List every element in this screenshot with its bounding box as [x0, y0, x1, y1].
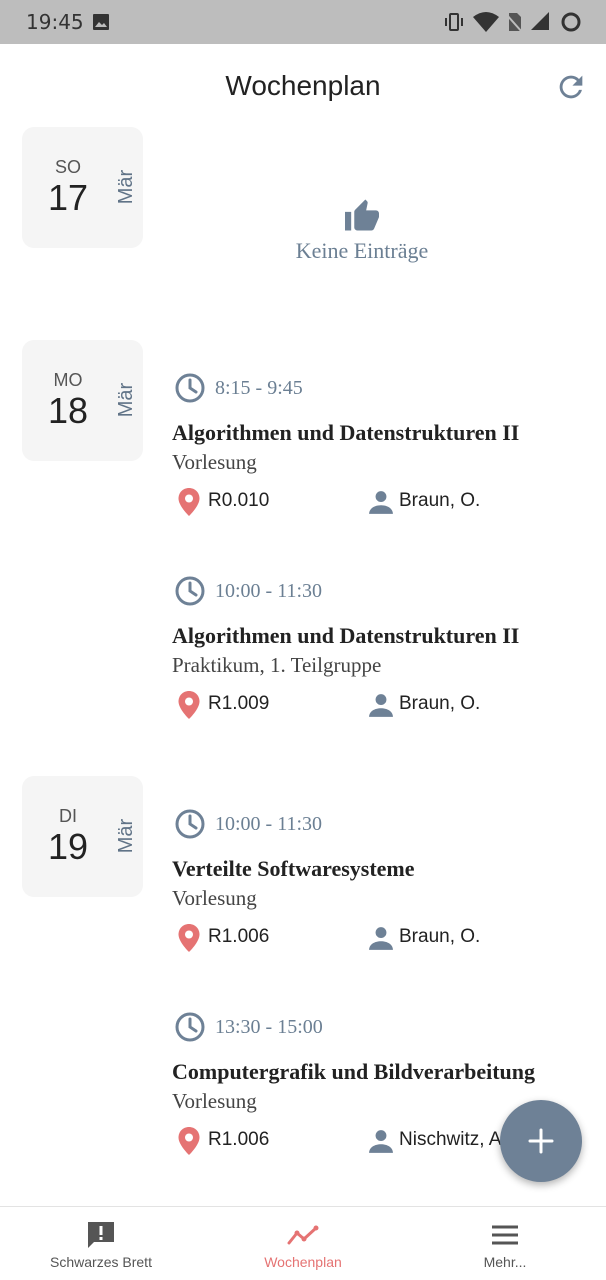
thumbs-up-icon	[345, 199, 379, 231]
status-bar: 19:45	[0, 0, 606, 44]
course-title: Verteilte Softwaresysteme	[172, 856, 415, 881]
no-sim-icon	[505, 13, 523, 33]
course-type: Vorlesung	[172, 886, 257, 910]
nav-label: Schwarzes Brett	[50, 1254, 152, 1270]
schedule-entry[interactable]: 10:00 - 11:30 Verteilte Softwaresysteme …	[172, 808, 592, 955]
nav-label: Wochenplan	[264, 1254, 342, 1270]
schedule-entry[interactable]: 8:15 - 9:45 Algorithmen und Datenstruktu…	[172, 372, 592, 519]
location-pin-icon	[178, 1127, 200, 1155]
location-pin-icon	[178, 488, 200, 516]
course-title: Algorithmen und Datenstrukturen II	[172, 420, 520, 445]
nav-item-mehr[interactable]: Mehr...	[404, 1207, 606, 1280]
location-pin-icon	[178, 924, 200, 952]
lecturer-name: Braun, O.	[399, 926, 481, 947]
clock-icon	[175, 809, 205, 839]
entry-time: 13:30 - 15:00	[215, 1016, 323, 1038]
lecturer-name: Braun, O.	[399, 490, 481, 511]
month-label: Mär	[114, 382, 137, 418]
room-label: R1.006	[208, 1129, 270, 1150]
clock-icon	[175, 373, 205, 403]
lecturer-name: Braun, O.	[399, 693, 481, 714]
course-type: Vorlesung	[172, 450, 257, 474]
day-number: 17	[47, 177, 89, 218]
empty-state: Keine Einträge	[250, 198, 474, 264]
day-of-week: DI	[59, 806, 77, 826]
app-header: Wochenplan	[0, 44, 606, 128]
battery-ring-icon	[561, 12, 581, 32]
date-card-tuesday: DI 19 Mär	[22, 776, 143, 897]
room-label: R0.010	[208, 490, 270, 511]
person-icon	[369, 491, 393, 514]
day-number: 19	[47, 826, 89, 867]
signal-icon	[531, 12, 549, 30]
wifi-icon	[473, 12, 499, 32]
room-label: R1.009	[208, 693, 270, 714]
clock-icon	[175, 576, 205, 606]
empty-text: Keine Einträge	[295, 238, 429, 263]
add-entry-button[interactable]	[500, 1100, 582, 1182]
course-title: Algorithmen und Datenstrukturen II	[172, 623, 520, 648]
course-type: Praktikum, 1. Teilgruppe	[172, 653, 382, 677]
page-title: Wochenplan	[225, 70, 381, 101]
status-time: 19:45	[26, 10, 84, 34]
trend-line-icon	[287, 1225, 319, 1245]
nav-label: Mehr...	[483, 1254, 527, 1270]
entry-time: 8:15 - 9:45	[215, 377, 303, 399]
vibrate-icon	[445, 13, 463, 31]
clock-icon	[175, 1012, 205, 1042]
schedule-entry[interactable]: 10:00 - 11:30 Algorithmen und Datenstruk…	[172, 575, 592, 722]
location-pin-icon	[178, 691, 200, 719]
menu-icon	[492, 1225, 518, 1245]
person-icon	[369, 927, 393, 950]
image-notification-icon	[93, 14, 109, 30]
entry-time: 10:00 - 11:30	[215, 580, 323, 602]
date-card-sunday: SO 17 Mär	[22, 127, 143, 248]
course-title: Computergrafik und Bildverarbeitung	[172, 1059, 536, 1084]
day-of-week: SO	[54, 157, 81, 177]
alert-message-icon	[88, 1222, 114, 1248]
day-number: 18	[47, 390, 89, 431]
date-card-monday: MO 18 Mär	[22, 340, 143, 461]
nav-item-schwarzes-brett[interactable]: Schwarzes Brett	[0, 1207, 202, 1280]
bottom-navigation: Schwarzes Brett Wochenplan Mehr...	[0, 1206, 606, 1280]
plus-icon	[528, 1128, 554, 1154]
lecturer-name: Nischwitz, A.	[399, 1129, 507, 1150]
room-label: R1.006	[208, 926, 270, 947]
refresh-icon[interactable]	[554, 70, 588, 104]
person-icon	[369, 694, 393, 717]
entry-time: 10:00 - 11:30	[215, 813, 323, 835]
month-label: Mär	[114, 818, 137, 854]
nav-item-wochenplan[interactable]: Wochenplan	[202, 1207, 404, 1280]
month-label: Mär	[114, 169, 137, 205]
person-icon	[369, 1130, 393, 1153]
day-of-week: MO	[53, 370, 83, 390]
